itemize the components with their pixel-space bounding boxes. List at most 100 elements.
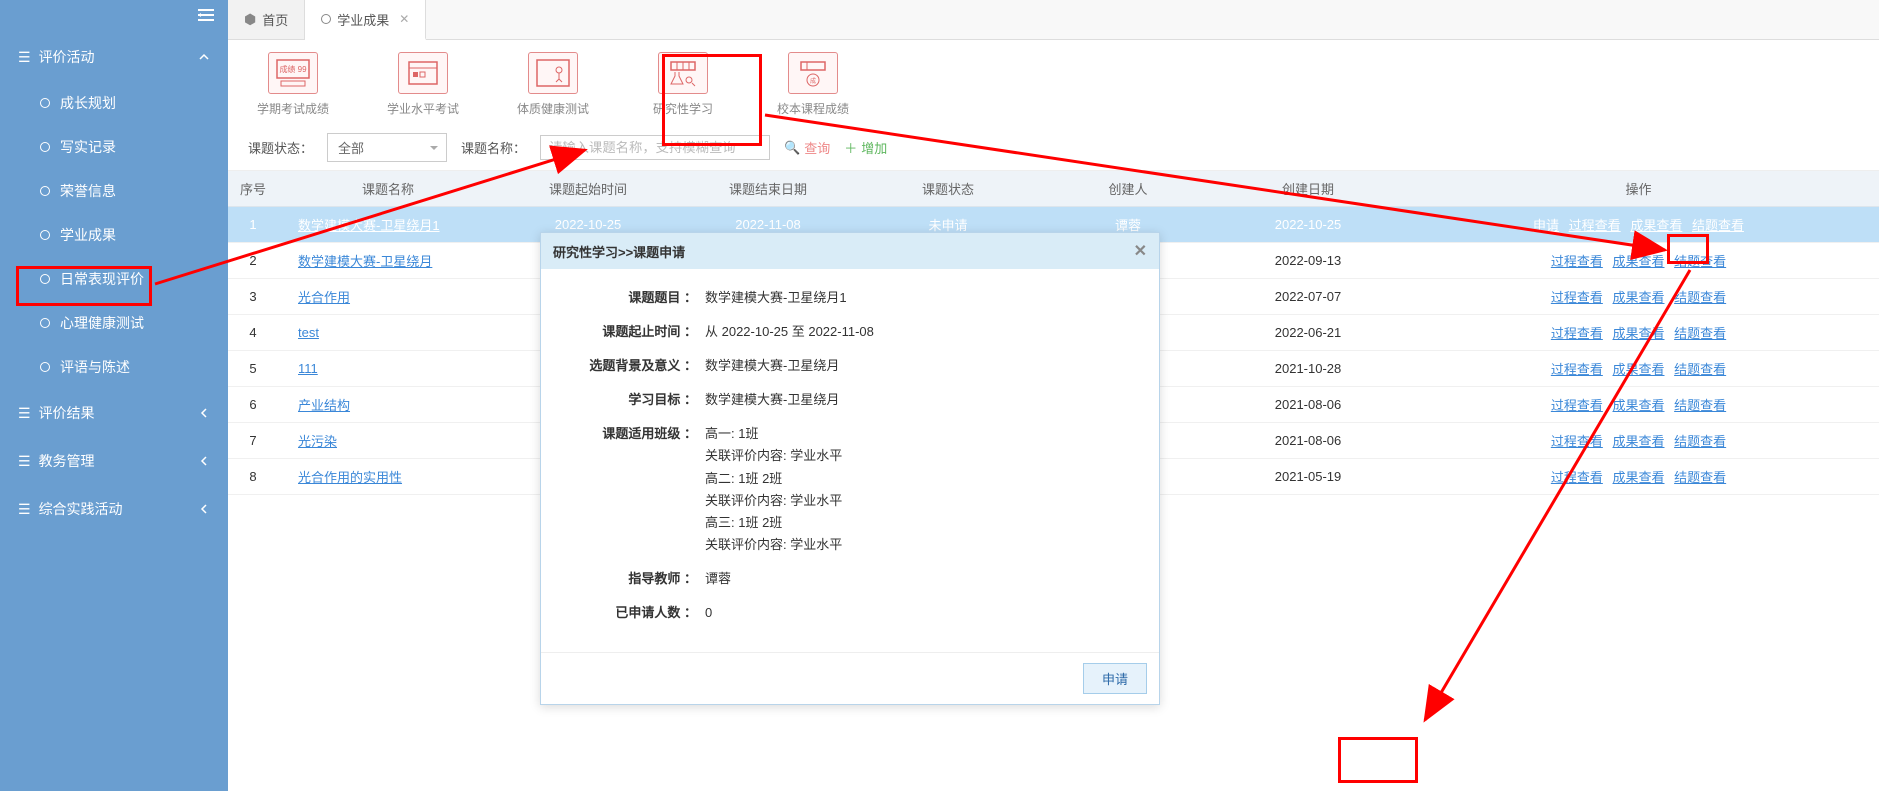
- sidebar-item-daily-evaluation[interactable]: 日常表现评价: [0, 257, 228, 301]
- close-icon[interactable]: ✕: [399, 12, 409, 26]
- col-actions: 操作: [1398, 171, 1879, 207]
- action-result-view[interactable]: 成果查看: [1612, 362, 1664, 377]
- tool-research-learning[interactable]: 研究性学习: [638, 52, 728, 117]
- cell-date: 2022-07-07: [1218, 279, 1398, 315]
- sidebar-item-label: 评语与陈述: [60, 357, 130, 377]
- action-conclude-view[interactable]: 结题查看: [1674, 290, 1726, 305]
- submit-apply-button[interactable]: 申请: [1083, 663, 1147, 694]
- tool-level-exam[interactable]: 学业水平考试: [378, 52, 468, 117]
- sidebar-item-growth-plan[interactable]: 成长规划: [0, 81, 228, 125]
- form-value-background: 数学建模大赛-卫星绕月: [705, 355, 1135, 377]
- sidebar-collapse-button[interactable]: [0, 0, 228, 33]
- filter-name-input[interactable]: [540, 135, 770, 160]
- nav-section-label: 综合实践活动: [39, 499, 123, 519]
- action-result-view[interactable]: 成果查看: [1612, 254, 1664, 269]
- action-process-view[interactable]: 过程查看: [1551, 290, 1603, 305]
- filter-name-label: 课题名称：: [461, 138, 526, 157]
- sidebar-item-record[interactable]: 写实记录: [0, 125, 228, 169]
- cell-index: 1: [228, 207, 278, 243]
- action-conclude-view[interactable]: 结题查看: [1674, 254, 1726, 269]
- action-result-view[interactable]: 成果查看: [1612, 470, 1664, 485]
- action-process-view[interactable]: 过程查看: [1551, 362, 1603, 377]
- action-conclude-view[interactable]: 结题查看: [1674, 434, 1726, 449]
- cell-actions: 过程查看 成果查看 结题查看: [1398, 315, 1879, 351]
- cell-date: 2021-10-28: [1218, 351, 1398, 387]
- action-process-view[interactable]: 过程查看: [1551, 434, 1603, 449]
- topic-name-link[interactable]: 数学建模大赛-卫星绕月: [298, 254, 432, 269]
- tool-semester-exam[interactable]: 成绩 99 学期考试成绩: [248, 52, 338, 117]
- action-process-view[interactable]: 过程查看: [1551, 470, 1603, 485]
- tool-label: 学业水平考试: [378, 100, 468, 117]
- action-result-view[interactable]: 成果查看: [1612, 326, 1664, 341]
- cell-actions: 过程查看 成果查看 结题查看: [1398, 279, 1879, 315]
- sidebar-item-honor[interactable]: 荣誉信息: [0, 169, 228, 213]
- sidebar-item-academic-results[interactable]: 学业成果: [0, 213, 228, 257]
- action-conclude-view[interactable]: 结题查看: [1674, 398, 1726, 413]
- action-result-view[interactable]: 成果查看: [1612, 434, 1664, 449]
- chevron-up-icon: [198, 51, 210, 63]
- cell-name: 111: [278, 351, 498, 387]
- tool-label: 研究性学习: [638, 100, 728, 117]
- nav-section-label: 评价活动: [39, 47, 95, 67]
- nav-section-practice[interactable]: ☰综合实践活动: [0, 485, 228, 533]
- add-button[interactable]: ＋增加: [844, 138, 887, 157]
- action-result-view[interactable]: 成果查看: [1612, 290, 1664, 305]
- tool-label: 校本课程成绩: [768, 100, 858, 117]
- action-conclude-view[interactable]: 结题查看: [1674, 326, 1726, 341]
- circle-icon: [40, 362, 50, 372]
- modal-header: 研究性学习>>课题申请 ✕: [541, 233, 1159, 269]
- filter-status-select[interactable]: 全部: [327, 133, 447, 162]
- col-end: 课题结束日期: [678, 171, 858, 207]
- action-process-view[interactable]: 过程查看: [1569, 218, 1621, 233]
- svg-text:成绩 99: 成绩 99: [279, 64, 307, 74]
- cell-name: 光合作用: [278, 279, 498, 315]
- topic-name-link[interactable]: 数学建模大赛-卫星绕月1: [298, 218, 440, 233]
- cell-actions: 过程查看 成果查看 结题查看: [1398, 423, 1879, 459]
- tool-school-course[interactable]: 成 校本课程成绩: [768, 52, 858, 117]
- query-button[interactable]: 🔍查询: [784, 138, 830, 157]
- modal-close-button[interactable]: ✕: [1134, 241, 1147, 261]
- sidebar-item-label: 心理健康测试: [60, 313, 144, 333]
- tab-label: 学业成果: [337, 10, 389, 29]
- action-process-view[interactable]: 过程查看: [1551, 398, 1603, 413]
- cell-name: 光污染: [278, 423, 498, 459]
- action-result-view[interactable]: 成果查看: [1630, 218, 1682, 233]
- cell-index: 6: [228, 387, 278, 423]
- cell-index: 7: [228, 423, 278, 459]
- button-label: 增加: [861, 138, 887, 157]
- cell-name: 数学建模大赛-卫星绕月: [278, 243, 498, 279]
- sidebar-item-mental-health[interactable]: 心理健康测试: [0, 301, 228, 345]
- action-apply[interactable]: 申请: [1533, 218, 1559, 233]
- exam-score-icon: 成绩 99: [268, 52, 318, 94]
- circle-icon: [40, 186, 50, 196]
- topic-name-link[interactable]: 111: [298, 361, 318, 376]
- nav-section-academic-mgmt[interactable]: ☰教务管理: [0, 437, 228, 485]
- topic-name-link[interactable]: 光污染: [298, 434, 337, 449]
- tab-academic-results[interactable]: 学业成果 ✕: [305, 0, 426, 40]
- topic-name-link[interactable]: test: [298, 325, 319, 340]
- tool-physical-test[interactable]: 体质健康测试: [508, 52, 598, 117]
- cell-actions: 申请 过程查看 成果查看 结题查看: [1398, 207, 1879, 243]
- action-process-view[interactable]: 过程查看: [1551, 254, 1603, 269]
- cell-name: test: [278, 315, 498, 351]
- cell-name: 产业结构: [278, 387, 498, 423]
- sidebar-item-comments[interactable]: 评语与陈述: [0, 345, 228, 389]
- nav-section-evaluation[interactable]: ☰评价活动: [0, 33, 228, 81]
- sidebar-item-label: 成长规划: [60, 93, 116, 113]
- tab-home[interactable]: ⬢ 首页: [228, 0, 305, 39]
- nav-section-results[interactable]: ☰评价结果: [0, 389, 228, 437]
- action-result-view[interactable]: 成果查看: [1612, 398, 1664, 413]
- sidebar: ☰评价活动 成长规划 写实记录 荣誉信息 学业成果 日常表现评价 心理健康测试 …: [0, 0, 228, 791]
- col-index: 序号: [228, 171, 278, 207]
- action-conclude-view[interactable]: 结题查看: [1674, 362, 1726, 377]
- svg-text:成: 成: [810, 77, 816, 85]
- action-process-view[interactable]: 过程查看: [1551, 326, 1603, 341]
- action-conclude-view[interactable]: 结题查看: [1674, 470, 1726, 485]
- topic-name-link[interactable]: 光合作用的实用性: [298, 470, 402, 485]
- form-value-period: 从 2022-10-25 至 2022-11-08: [705, 321, 1135, 343]
- action-conclude-view[interactable]: 结题查看: [1692, 218, 1744, 233]
- topic-name-link[interactable]: 光合作用: [298, 290, 350, 305]
- tab-bar: ⬢ 首页 学业成果 ✕: [228, 0, 1879, 40]
- cell-index: 3: [228, 279, 278, 315]
- topic-name-link[interactable]: 产业结构: [298, 398, 350, 413]
